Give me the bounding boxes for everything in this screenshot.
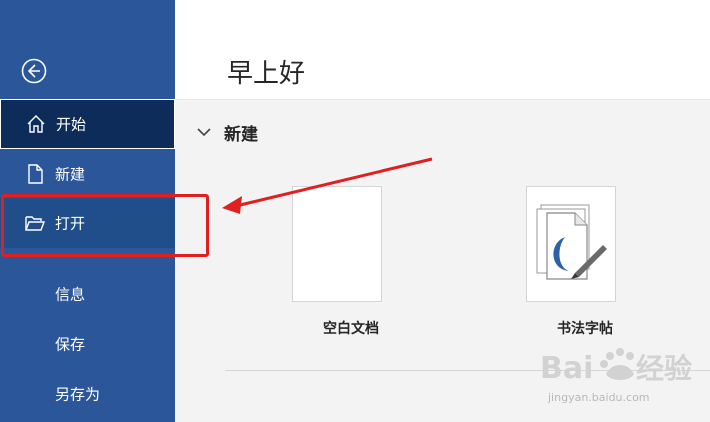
sidebar-item-label: 另存为 — [55, 385, 101, 404]
svg-text:Bai: Bai — [540, 351, 593, 386]
svg-text:经验: 经验 — [636, 352, 692, 385]
sidebar-item-new[interactable]: 新建 — [0, 149, 175, 199]
back-arrow-icon — [21, 58, 47, 84]
calligraphy-thumbnail — [526, 186, 616, 302]
sidebar-item-label: 保存 — [55, 335, 86, 354]
template-label: 空白文档 — [323, 321, 379, 337]
home-icon — [27, 115, 45, 133]
template-label: 书法字帖 — [557, 321, 613, 337]
section-title: 新建 — [224, 125, 258, 145]
chevron-down-icon[interactable] — [195, 125, 213, 139]
document-icon — [28, 164, 43, 184]
blank-document-thumbnail — [292, 186, 382, 302]
annotation-highlight-box — [1, 194, 209, 257]
sidebar-item-label: 信息 — [55, 285, 86, 304]
sidebar-item-label: 开始 — [56, 115, 87, 134]
page-title: 早上好 — [227, 59, 306, 89]
greeting-header: 早上好 — [175, 0, 710, 100]
sidebar-item-save[interactable]: 保存 — [0, 319, 175, 369]
sidebar-item-label: 新建 — [55, 165, 86, 184]
watermark-url: jingyan.baidu.com — [548, 391, 650, 404]
sidebar-item-save-as[interactable]: 另存为 — [0, 369, 175, 419]
sidebar-item-home[interactable]: 开始 — [0, 99, 175, 149]
sidebar-item-info[interactable]: 信息 — [0, 269, 175, 319]
back-button[interactable] — [21, 58, 47, 84]
calligraphy-icon — [536, 204, 607, 280]
